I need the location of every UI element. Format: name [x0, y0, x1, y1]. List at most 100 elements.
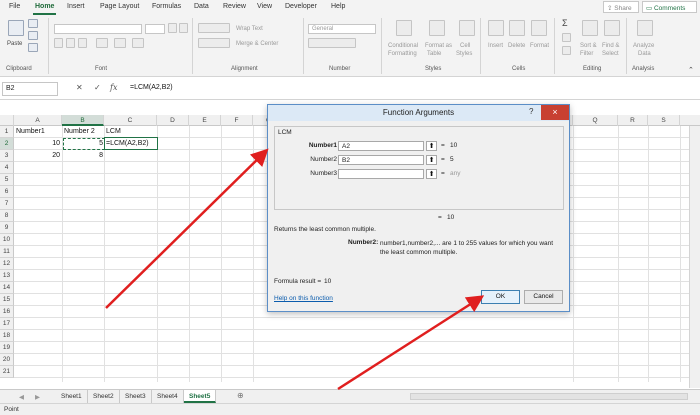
- number3-input[interactable]: [338, 169, 424, 179]
- row-header[interactable]: 16: [0, 306, 14, 318]
- find-select-icon[interactable]: [604, 20, 620, 36]
- row-header[interactable]: 21: [0, 366, 14, 378]
- cell-label[interactable]: Cell: [460, 43, 470, 49]
- select-all-corner[interactable]: [0, 115, 14, 126]
- currency-icon[interactable]: [308, 38, 356, 48]
- tab-developer[interactable]: Developer: [285, 3, 317, 10]
- vertical-scrollbar[interactable]: [689, 126, 700, 388]
- border-icon[interactable]: [96, 38, 108, 48]
- sheet-tab-3[interactable]: Sheet3: [120, 390, 152, 403]
- fill-color-icon[interactable]: [114, 38, 126, 48]
- row-header[interactable]: 3: [0, 150, 14, 162]
- font-size-box[interactable]: [145, 24, 165, 34]
- font-grow-icon[interactable]: [168, 23, 177, 33]
- sheet-tab-2[interactable]: Sheet2: [88, 390, 120, 403]
- paste-icon[interactable]: [8, 20, 24, 36]
- horizontal-scrollbar[interactable]: [410, 393, 688, 400]
- column-header-r[interactable]: R: [618, 115, 648, 126]
- analyze-label[interactable]: Analyze: [633, 43, 654, 49]
- row-header[interactable]: 4: [0, 162, 14, 174]
- row-header[interactable]: 2: [0, 138, 14, 150]
- clear-icon[interactable]: [562, 46, 571, 55]
- sort-label[interactable]: Sort &: [580, 43, 597, 49]
- cell-a3[interactable]: 20: [14, 152, 60, 159]
- font-color-icon[interactable]: [132, 38, 144, 48]
- column-header-f[interactable]: F: [221, 115, 253, 126]
- row-header[interactable]: 1: [0, 126, 14, 138]
- tab-page-layout[interactable]: Page Layout: [100, 3, 139, 10]
- share-button[interactable]: ⇪ Share: [603, 1, 639, 13]
- row-header[interactable]: 7: [0, 198, 14, 210]
- row-header[interactable]: 12: [0, 258, 14, 270]
- autosum-icon[interactable]: Σ: [562, 18, 568, 28]
- format-label[interactable]: Format: [530, 43, 549, 49]
- tab-data[interactable]: Data: [194, 3, 209, 10]
- cancel-button[interactable]: Cancel: [524, 290, 563, 304]
- add-sheet-icon[interactable]: ⊕: [232, 390, 249, 403]
- row-header[interactable]: 14: [0, 282, 14, 294]
- sheet-tab-1[interactable]: Sheet1: [56, 390, 88, 403]
- wrap-text-button[interactable]: Wrap Text: [236, 26, 263, 32]
- tab-view[interactable]: View: [257, 3, 272, 10]
- formula-input[interactable]: =LCM(A2,B2): [130, 84, 173, 91]
- number2-input[interactable]: B2: [338, 155, 424, 165]
- underline-icon[interactable]: [78, 38, 87, 48]
- help-icon[interactable]: ?: [529, 107, 533, 116]
- cell-b1[interactable]: Number 2: [64, 128, 95, 135]
- cell-c2[interactable]: =LCM(A2,B2): [106, 140, 149, 147]
- copy-icon[interactable]: [28, 31, 38, 40]
- column-header-c[interactable]: C: [104, 115, 157, 126]
- font-shrink-icon[interactable]: [179, 23, 188, 33]
- tab-review[interactable]: Review: [223, 3, 246, 10]
- conditional-label[interactable]: Conditional: [388, 43, 418, 49]
- prev-sheet-icon[interactable]: ◀: [14, 390, 29, 403]
- row-header[interactable]: 17: [0, 318, 14, 330]
- row-header[interactable]: 10: [0, 234, 14, 246]
- bold-icon[interactable]: [54, 38, 63, 48]
- collapse-dialog-icon[interactable]: ⬆: [426, 141, 437, 151]
- row-header[interactable]: 18: [0, 330, 14, 342]
- sheet-tab-4[interactable]: Sheet4: [152, 390, 184, 403]
- column-header-d[interactable]: D: [157, 115, 189, 126]
- tab-help[interactable]: Help: [331, 3, 345, 10]
- merge-center-button[interactable]: Merge & Center: [236, 41, 278, 47]
- ok-button[interactable]: OK: [481, 290, 520, 304]
- column-header-s[interactable]: S: [648, 115, 680, 126]
- row-header[interactable]: 9: [0, 222, 14, 234]
- number1-input[interactable]: A2: [338, 141, 424, 151]
- next-sheet-icon[interactable]: ▶: [30, 390, 45, 403]
- delete-label[interactable]: Delete: [508, 43, 525, 49]
- collapse-ribbon-icon[interactable]: ⌃: [688, 66, 694, 74]
- cell-styles-icon[interactable]: [459, 20, 475, 36]
- delete-cells-icon[interactable]: [509, 20, 525, 36]
- cell-b2[interactable]: 5: [62, 140, 103, 147]
- column-header-a[interactable]: A: [14, 115, 62, 126]
- format-as-label[interactable]: Format as: [425, 43, 452, 49]
- row-header[interactable]: 15: [0, 294, 14, 306]
- row-header[interactable]: 13: [0, 270, 14, 282]
- collapse-dialog-icon[interactable]: ⬆: [426, 169, 437, 179]
- cut-icon[interactable]: [28, 19, 38, 28]
- tab-formulas[interactable]: Formulas: [152, 3, 181, 10]
- tab-home[interactable]: Home: [32, 3, 57, 15]
- font-name-box[interactable]: [54, 24, 142, 34]
- enter-icon[interactable]: ✓: [94, 83, 101, 92]
- cell-a1[interactable]: Number1: [16, 128, 45, 135]
- number-format-box[interactable]: General: [308, 24, 376, 34]
- column-header-q[interactable]: Q: [573, 115, 618, 126]
- help-on-function-link[interactable]: Help on this function: [274, 295, 333, 302]
- close-button[interactable]: ×: [541, 105, 569, 120]
- column-header-e[interactable]: E: [189, 115, 221, 126]
- left-align-icon[interactable]: [198, 38, 230, 48]
- row-header[interactable]: 20: [0, 354, 14, 366]
- insert-label[interactable]: Insert: [488, 43, 503, 49]
- insert-cells-icon[interactable]: [488, 20, 504, 36]
- cell-c1[interactable]: LCM: [106, 128, 121, 135]
- collapse-dialog-icon[interactable]: ⬆: [426, 155, 437, 165]
- row-header[interactable]: 11: [0, 246, 14, 258]
- sort-filter-icon[interactable]: [582, 20, 598, 36]
- top-align-icon[interactable]: [198, 23, 230, 33]
- row-header[interactable]: 6: [0, 186, 14, 198]
- row-header[interactable]: 8: [0, 210, 14, 222]
- insert-function-icon[interactable]: fx: [110, 83, 117, 92]
